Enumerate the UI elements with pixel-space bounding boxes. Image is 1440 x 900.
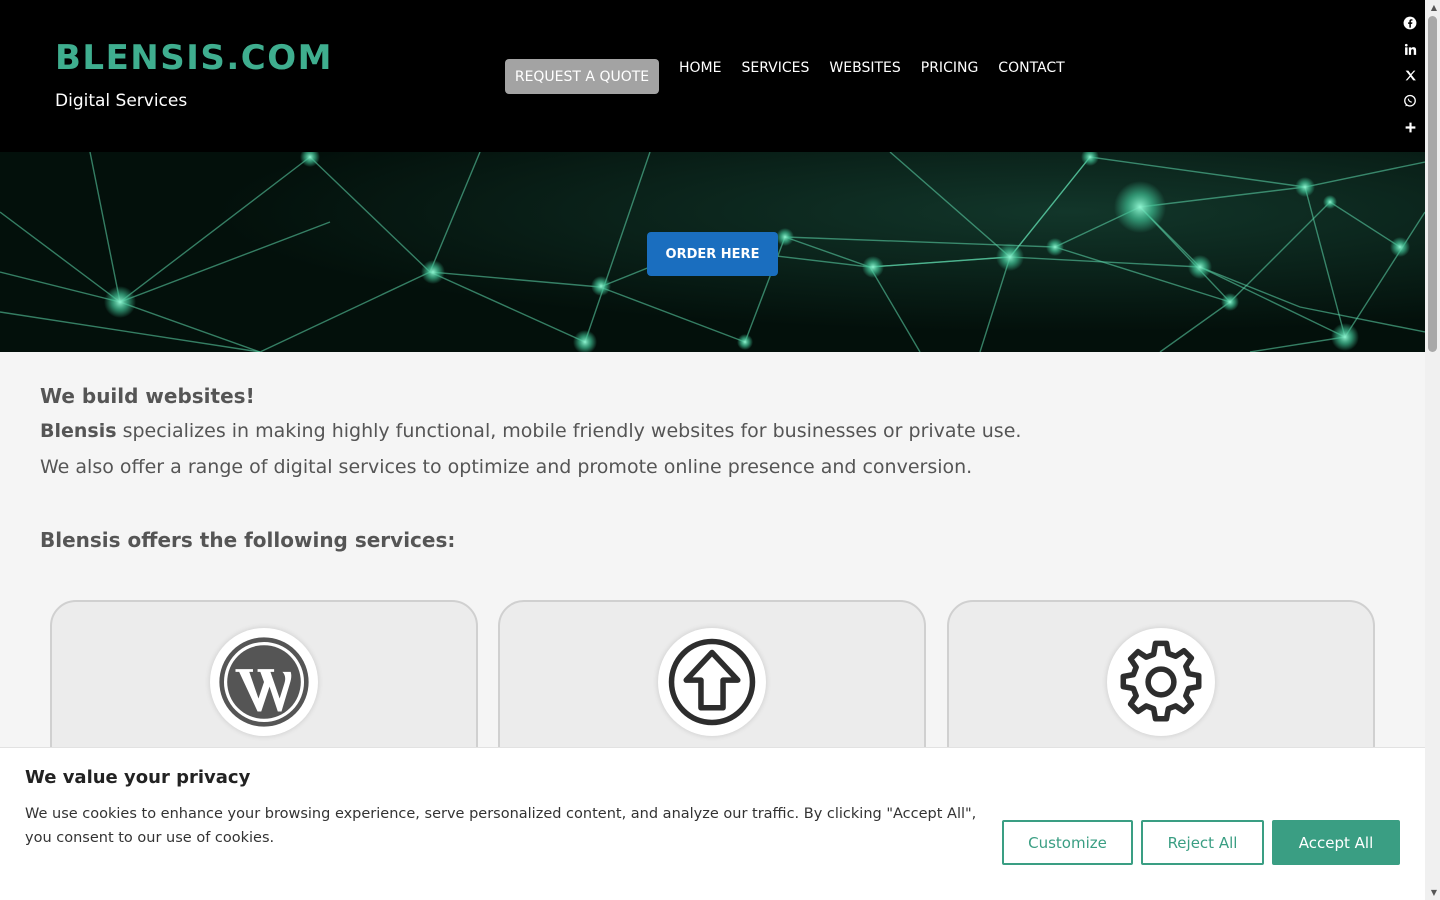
x-icon[interactable]: [1401, 66, 1419, 84]
customize-button[interactable]: Customize: [1002, 820, 1133, 865]
page: BLENSIS.COM Digital Services REQUEST A Q…: [0, 0, 1440, 900]
main-nav: HOME SERVICES WEBSITES PRICING CONTACT: [679, 60, 1065, 76]
cookie-text: We use cookies to enhance your browsing …: [25, 806, 977, 846]
facebook-icon[interactable]: [1401, 14, 1419, 32]
nav-services[interactable]: SERVICES: [741, 60, 809, 76]
nav-websites[interactable]: WEBSITES: [829, 60, 900, 76]
plus-icon[interactable]: [1401, 118, 1419, 136]
site-logo[interactable]: BLENSIS.COM: [55, 38, 333, 78]
intro-heading: We build websites!: [40, 384, 255, 408]
order-here-button[interactable]: ORDER HERE: [647, 232, 778, 276]
cookie-consent-banner: We value your privacy We use cookies to …: [0, 747, 1425, 900]
linkedin-icon[interactable]: [1401, 40, 1419, 58]
social-share-bar: [1395, 0, 1425, 136]
whatsapp-icon[interactable]: [1401, 92, 1419, 110]
wordpress-icon: [210, 628, 318, 736]
reject-all-button[interactable]: Reject All: [1141, 820, 1264, 865]
gear-icon: [1107, 628, 1215, 736]
site-header: BLENSIS.COM Digital Services REQUEST A Q…: [0, 0, 1425, 152]
nav-contact[interactable]: CONTACT: [998, 60, 1064, 76]
scroll-down-arrow-icon[interactable]: ▼: [1431, 888, 1437, 897]
intro-bold-brand: Blensis: [40, 420, 117, 442]
scroll-up-arrow-icon[interactable]: ▲: [1431, 3, 1437, 12]
page-scrollbar[interactable]: ▲ ▼: [1425, 0, 1440, 900]
request-quote-button[interactable]: REQUEST A QUOTE: [505, 59, 659, 94]
cookie-title: We value your privacy: [25, 767, 251, 788]
scrollbar-thumb[interactable]: [1428, 16, 1437, 352]
site-tagline: Digital Services: [55, 91, 188, 111]
upload-arrow-icon: [658, 628, 766, 736]
services-heading: Blensis offers the following services:: [40, 528, 456, 552]
intro-paragraph-2: We also offer a range of digital service…: [40, 456, 973, 478]
intro-text: specializes in making highly functional,…: [116, 420, 1022, 442]
accept-all-button[interactable]: Accept All: [1272, 820, 1400, 865]
nav-pricing[interactable]: PRICING: [921, 60, 979, 76]
intro-paragraph: Blensis specializes in making highly fun…: [40, 420, 1021, 442]
nav-home[interactable]: HOME: [679, 60, 721, 76]
